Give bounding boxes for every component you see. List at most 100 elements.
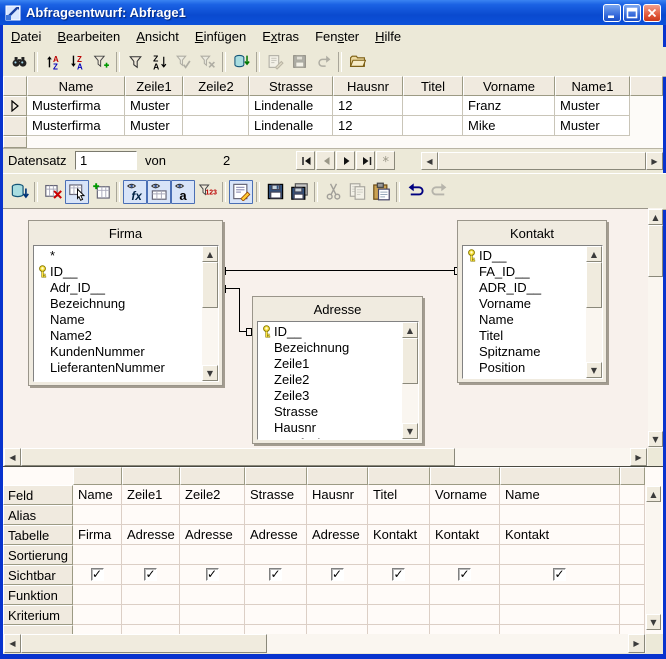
criteria-cell-funktion[interactable] — [73, 585, 122, 605]
autofilter-button[interactable] — [89, 50, 113, 74]
menu-extras[interactable]: Extras — [254, 27, 307, 46]
field-item-zeile3[interactable]: Zeile3 — [258, 387, 401, 403]
criteria-cell-feld[interactable]: Name — [73, 485, 122, 505]
criteria-cell-tabelle[interactable]: Kontakt — [500, 525, 620, 545]
criteria-cell-sichtbar[interactable] — [620, 565, 645, 585]
visible-checkbox[interactable]: ✓ — [553, 568, 566, 581]
save-as-button[interactable] — [287, 180, 311, 204]
scroll-right-button[interactable]: ▶ — [628, 634, 645, 653]
field-item-name[interactable]: Name — [34, 311, 201, 327]
maximize-button[interactable] — [623, 4, 641, 22]
scroll-down-button[interactable]: ▼ — [586, 362, 602, 378]
grid-cell[interactable]: Muster — [555, 116, 630, 136]
grid-cell[interactable] — [183, 116, 249, 136]
column-header-zeile1[interactable]: Zeile1 — [125, 76, 183, 96]
scroll-down-button[interactable]: ▼ — [202, 365, 218, 381]
scroll-thumb[interactable] — [648, 225, 663, 277]
field-item-adrid[interactable]: ADR_ID__ — [463, 279, 585, 295]
criteria-column-header[interactable] — [620, 467, 645, 485]
criteria-cell-funktion[interactable] — [122, 585, 180, 605]
field-list-scrollbar[interactable]: ▲▼ — [586, 246, 602, 378]
clear-query-button[interactable] — [41, 180, 65, 204]
visible-checkbox[interactable]: ✓ — [144, 568, 157, 581]
criteria-cell-alias[interactable] — [180, 505, 245, 525]
criteria-cell-alias[interactable] — [122, 505, 180, 525]
criteria-cell-tabelle[interactable]: Kontakt — [368, 525, 430, 545]
grid-cell[interactable]: Lindenalle — [249, 116, 333, 136]
field-item-id[interactable]: ID__ — [34, 263, 201, 279]
menu-ansicht[interactable]: Ansicht — [128, 27, 187, 46]
field-item-position[interactable]: Position — [463, 359, 585, 375]
visible-checkbox[interactable]: ✓ — [392, 568, 405, 581]
criteria-cell-sichtbar[interactable]: ✓ — [245, 565, 307, 585]
refresh-data-button[interactable] — [229, 50, 253, 74]
criteria-cell-funktion[interactable] — [500, 585, 620, 605]
criteria-cell-sichtbar[interactable]: ✓ — [122, 565, 180, 585]
column-header-strasse[interactable]: Strasse — [249, 76, 333, 96]
field-item-lieferantennummer[interactable]: LieferantenNummer — [34, 359, 201, 375]
scroll-up-button[interactable]: ▲ — [202, 246, 218, 262]
criteria-cell-sortierung[interactable] — [180, 545, 245, 565]
field-item-zeile2[interactable]: Zeile2 — [258, 371, 401, 387]
menu-datei[interactable]: Datei — [3, 27, 49, 46]
grid-cell[interactable]: Musterfirma — [27, 96, 125, 116]
alias-button[interactable]: a — [171, 180, 195, 204]
criteria-column-header[interactable] — [368, 467, 430, 485]
criteria-cell-feld[interactable]: Vorname — [430, 485, 500, 505]
criteria-column-header[interactable] — [73, 467, 122, 485]
criteria-cell-sortierung[interactable] — [73, 545, 122, 565]
scroll-up-button[interactable]: ▲ — [586, 246, 602, 262]
column-header-vorname[interactable]: Vorname — [463, 76, 555, 96]
relation-line[interactable] — [226, 288, 240, 289]
criteria-cell-kriterium[interactable] — [307, 605, 368, 625]
criteria-column-header[interactable] — [180, 467, 245, 485]
criteria-cell-tabelle[interactable]: Adresse — [307, 525, 368, 545]
save-button[interactable] — [263, 180, 287, 204]
table-box-kontakt[interactable]: KontaktID__FA_ID__ADR_ID__VornameNameTit… — [457, 220, 607, 383]
field-item-bezeichnung[interactable]: Bezeichnung — [258, 339, 401, 355]
grid-cell[interactable]: Muster — [125, 116, 183, 136]
scroll-thumb[interactable] — [438, 152, 646, 170]
grid-cell[interactable]: 12 — [333, 96, 403, 116]
grid-cell[interactable]: Franz — [463, 96, 555, 116]
criteria-cell-funktion[interactable] — [245, 585, 307, 605]
criteria-cell-kriterium[interactable] — [122, 605, 180, 625]
field-item-name2[interactable]: Name2 — [34, 327, 201, 343]
criteria-cell-tabelle[interactable] — [620, 525, 645, 545]
sort-order-button[interactable]: ZA — [147, 50, 171, 74]
field-item-id[interactable]: ID__ — [258, 323, 401, 339]
last-record-button[interactable] — [356, 151, 375, 170]
scroll-thumb[interactable] — [586, 262, 602, 308]
criteria-cell-sichtbar[interactable]: ✓ — [73, 565, 122, 585]
criteria-cell-kriterium[interactable] — [500, 605, 620, 625]
criteria-column-header[interactable] — [307, 467, 368, 485]
scroll-up-button[interactable]: ▲ — [648, 209, 663, 225]
table-box-adresse[interactable]: AdresseID__BezeichnungZeile1Zeile2Zeile3… — [252, 296, 423, 444]
criteria-cell-alias[interactable] — [307, 505, 368, 525]
criteria-cell-sichtbar[interactable]: ✓ — [500, 565, 620, 585]
field-list-scrollbar[interactable]: ▲▼ — [202, 246, 218, 381]
criteria-cell-sortierung[interactable] — [430, 545, 500, 565]
criteria-cell-sichtbar[interactable]: ✓ — [180, 565, 245, 585]
criteria-cell-kriterium[interactable] — [73, 605, 122, 625]
standard-filter-button[interactable] — [123, 50, 147, 74]
column-header-name[interactable]: Name — [27, 76, 125, 96]
scroll-thumb[interactable] — [202, 262, 218, 308]
criteria-cell-sortierung[interactable] — [245, 545, 307, 565]
field-item-name[interactable]: Name — [463, 311, 585, 327]
close-button[interactable] — [643, 4, 661, 22]
grid-cell[interactable]: Muster — [555, 96, 630, 116]
table-name-button[interactable] — [147, 180, 171, 204]
grid-cell[interactable]: 12 — [333, 116, 403, 136]
criteria-cell-funktion[interactable] — [430, 585, 500, 605]
visible-checkbox[interactable]: ✓ — [331, 568, 344, 581]
find-record-button[interactable] — [7, 50, 31, 74]
functions-button[interactable]: fx — [123, 180, 147, 204]
scroll-down-button[interactable]: ▼ — [402, 423, 418, 439]
scroll-right-button[interactable]: ▶ — [646, 152, 663, 170]
design-view-on-off-button[interactable] — [65, 180, 89, 204]
switch-design-view-button[interactable] — [229, 180, 253, 204]
criteria-cell-sortierung[interactable] — [307, 545, 368, 565]
data-source-explorer-button[interactable] — [345, 50, 369, 74]
scroll-down-button[interactable]: ▼ — [646, 614, 661, 630]
